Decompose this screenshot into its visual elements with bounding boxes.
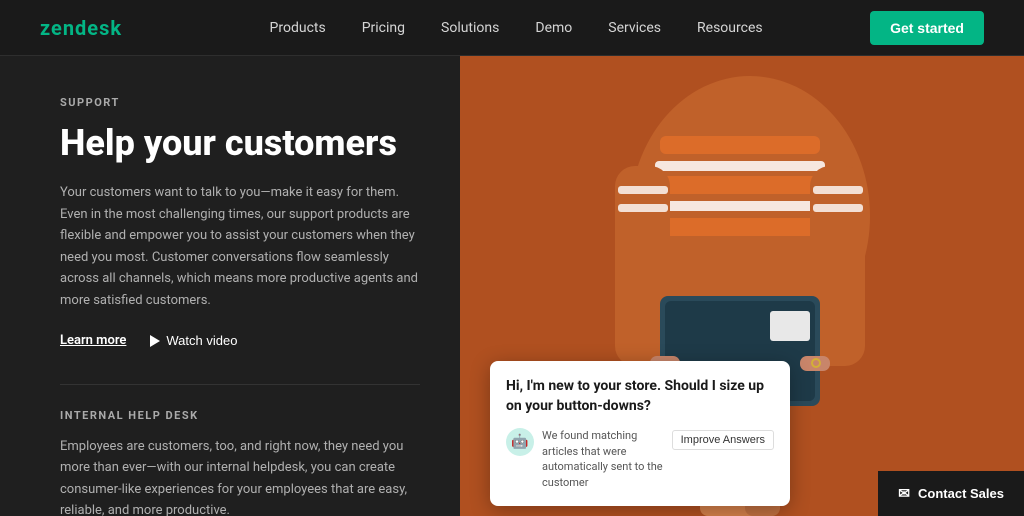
learn-more-link[interactable]: Learn more — [60, 333, 126, 348]
nav-links: Products Pricing Solutions Demo Services… — [162, 20, 870, 36]
nav-demo[interactable]: Demo — [535, 20, 572, 36]
section-divider — [60, 384, 420, 385]
nav-resources[interactable]: Resources — [697, 20, 763, 36]
main-layout: SUPPORT Help your customers Your custome… — [0, 56, 1024, 516]
nav-products[interactable]: Products — [270, 20, 326, 36]
chat-avatar: 🤖 — [506, 428, 534, 456]
nav-services[interactable]: Services — [608, 20, 661, 36]
get-started-button[interactable]: Get started — [870, 11, 984, 45]
email-icon: ✉ — [898, 485, 910, 502]
chat-question: Hi, I'm new to your store. Should I size… — [506, 377, 774, 416]
hero-actions: Learn more Watch video — [60, 333, 420, 348]
nav-pricing[interactable]: Pricing — [362, 20, 405, 36]
watch-video-button[interactable]: Watch video — [150, 333, 237, 348]
watch-video-label: Watch video — [166, 333, 237, 348]
internal-help-desk-description: Employees are customers, too, and right … — [60, 436, 420, 516]
hero-description: Your customers want to talk to you—make … — [60, 182, 420, 311]
left-content: SUPPORT Help your customers Your custome… — [0, 56, 460, 516]
nav-solutions[interactable]: Solutions — [441, 20, 499, 36]
chat-popup: Hi, I'm new to your store. Should I size… — [490, 361, 790, 506]
improve-answers-button[interactable]: Improve Answers — [672, 430, 774, 450]
navbar: zendesk Products Pricing Solutions Demo … — [0, 0, 1024, 56]
hero-image-panel: Hi, I'm new to your store. Should I size… — [460, 56, 1024, 516]
contact-sales-button[interactable]: ✉ Contact Sales — [878, 471, 1024, 516]
section-support-label: SUPPORT — [60, 96, 420, 109]
chat-bot-row: 🤖 We found matching articles that were a… — [506, 428, 774, 490]
play-icon — [150, 335, 160, 347]
contact-sales-label: Contact Sales — [918, 486, 1004, 501]
logo[interactable]: zendesk — [40, 16, 122, 40]
chat-answer-text: We found matching articles that were aut… — [542, 428, 664, 490]
hero-title: Help your customers — [60, 123, 420, 164]
internal-help-desk-label: INTERNAL HELP DESK — [60, 409, 420, 422]
